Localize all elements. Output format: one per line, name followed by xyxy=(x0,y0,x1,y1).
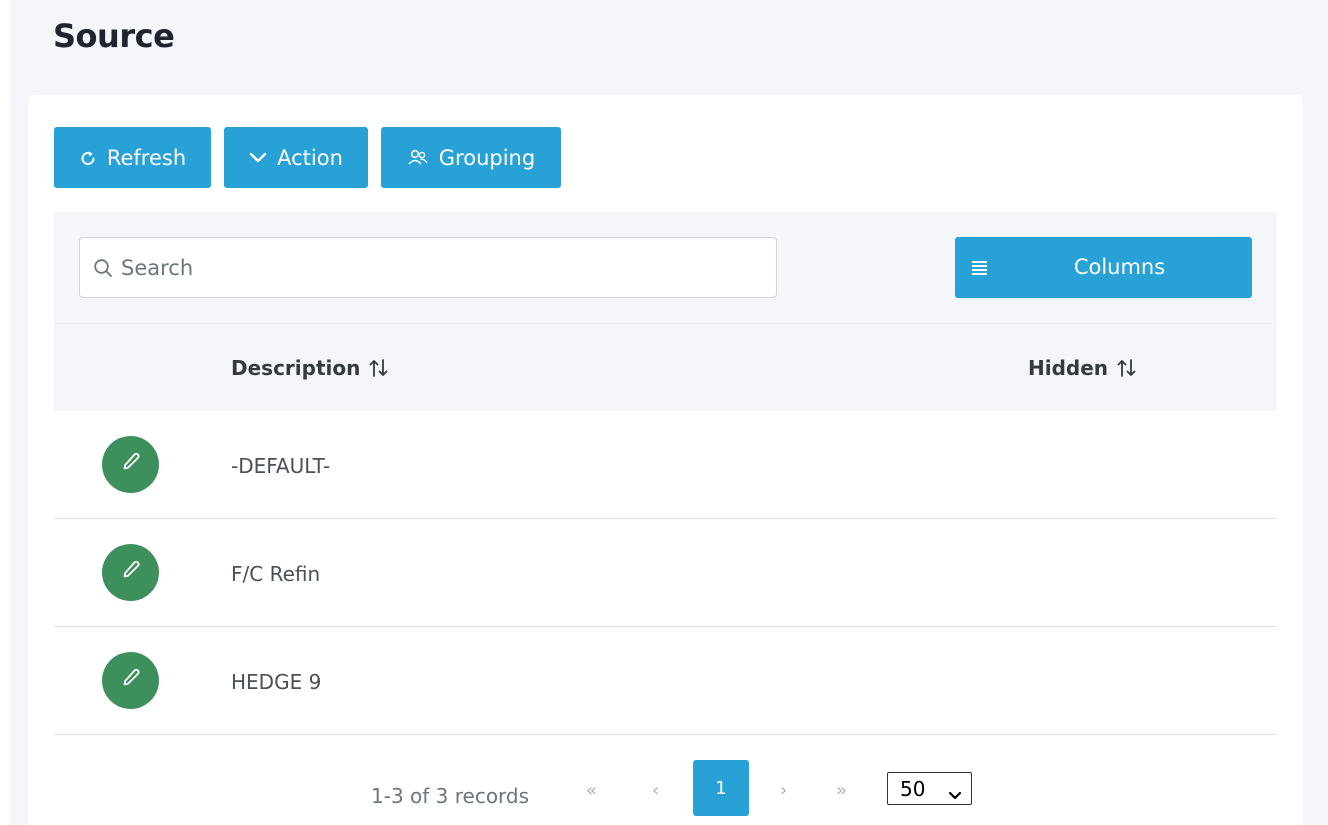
refresh-label: Refresh xyxy=(106,145,187,170)
column-header-hidden-label: Hidden xyxy=(1028,356,1109,380)
users-icon xyxy=(407,149,429,167)
refresh-icon xyxy=(79,149,97,167)
sort-icon xyxy=(368,358,390,378)
table-row: HEDGE 9 xyxy=(54,627,1277,735)
column-header-hidden[interactable]: Hidden xyxy=(1028,356,1138,380)
page-title: Source xyxy=(53,17,175,55)
edit-button[interactable] xyxy=(102,652,159,709)
description-cell: F/C Refin xyxy=(231,562,321,586)
columns-button[interactable]: Columns xyxy=(955,237,1252,298)
left-edge xyxy=(0,0,10,825)
pencil-icon xyxy=(119,558,143,587)
chevron-down-icon xyxy=(948,782,962,806)
rows-per-page-value: 50 xyxy=(900,776,926,801)
columns-label: Columns xyxy=(1073,255,1166,279)
page-number-button[interactable]: 1 xyxy=(693,760,749,816)
action-label: Action xyxy=(277,145,343,170)
column-header-description[interactable]: Description xyxy=(231,356,390,380)
chevron-down-icon xyxy=(249,152,267,164)
search-input[interactable] xyxy=(121,255,721,280)
grouping-button[interactable]: Grouping xyxy=(381,127,561,188)
edit-button[interactable] xyxy=(102,544,159,601)
pagination-info: 1-3 of 3 records xyxy=(371,784,530,808)
description-cell: HEDGE 9 xyxy=(231,670,322,694)
refresh-button[interactable]: Refresh xyxy=(54,127,211,188)
last-page-button[interactable]: » xyxy=(836,780,847,801)
paginator: 1-3 of 3 records « ‹ 1 › » 50 xyxy=(0,760,1328,816)
description-cell: -DEFAULT- xyxy=(231,454,331,478)
edit-button[interactable] xyxy=(102,436,159,493)
table-row: -DEFAULT- xyxy=(54,411,1277,519)
first-page-button[interactable]: « xyxy=(586,780,597,801)
pencil-icon xyxy=(119,450,143,479)
grouping-label: Grouping xyxy=(438,145,536,170)
table-row: F/C Refin xyxy=(54,519,1277,627)
next-page-button[interactable]: › xyxy=(780,780,787,801)
previous-page-button[interactable]: ‹ xyxy=(652,780,659,801)
action-button[interactable]: Action xyxy=(224,127,368,188)
search-icon xyxy=(93,258,113,278)
column-header-description-label: Description xyxy=(231,356,361,380)
search-field[interactable] xyxy=(79,237,777,298)
sort-icon xyxy=(1116,358,1138,378)
rows-per-page-select[interactable]: 50 xyxy=(887,772,972,805)
pencil-icon xyxy=(119,666,143,695)
